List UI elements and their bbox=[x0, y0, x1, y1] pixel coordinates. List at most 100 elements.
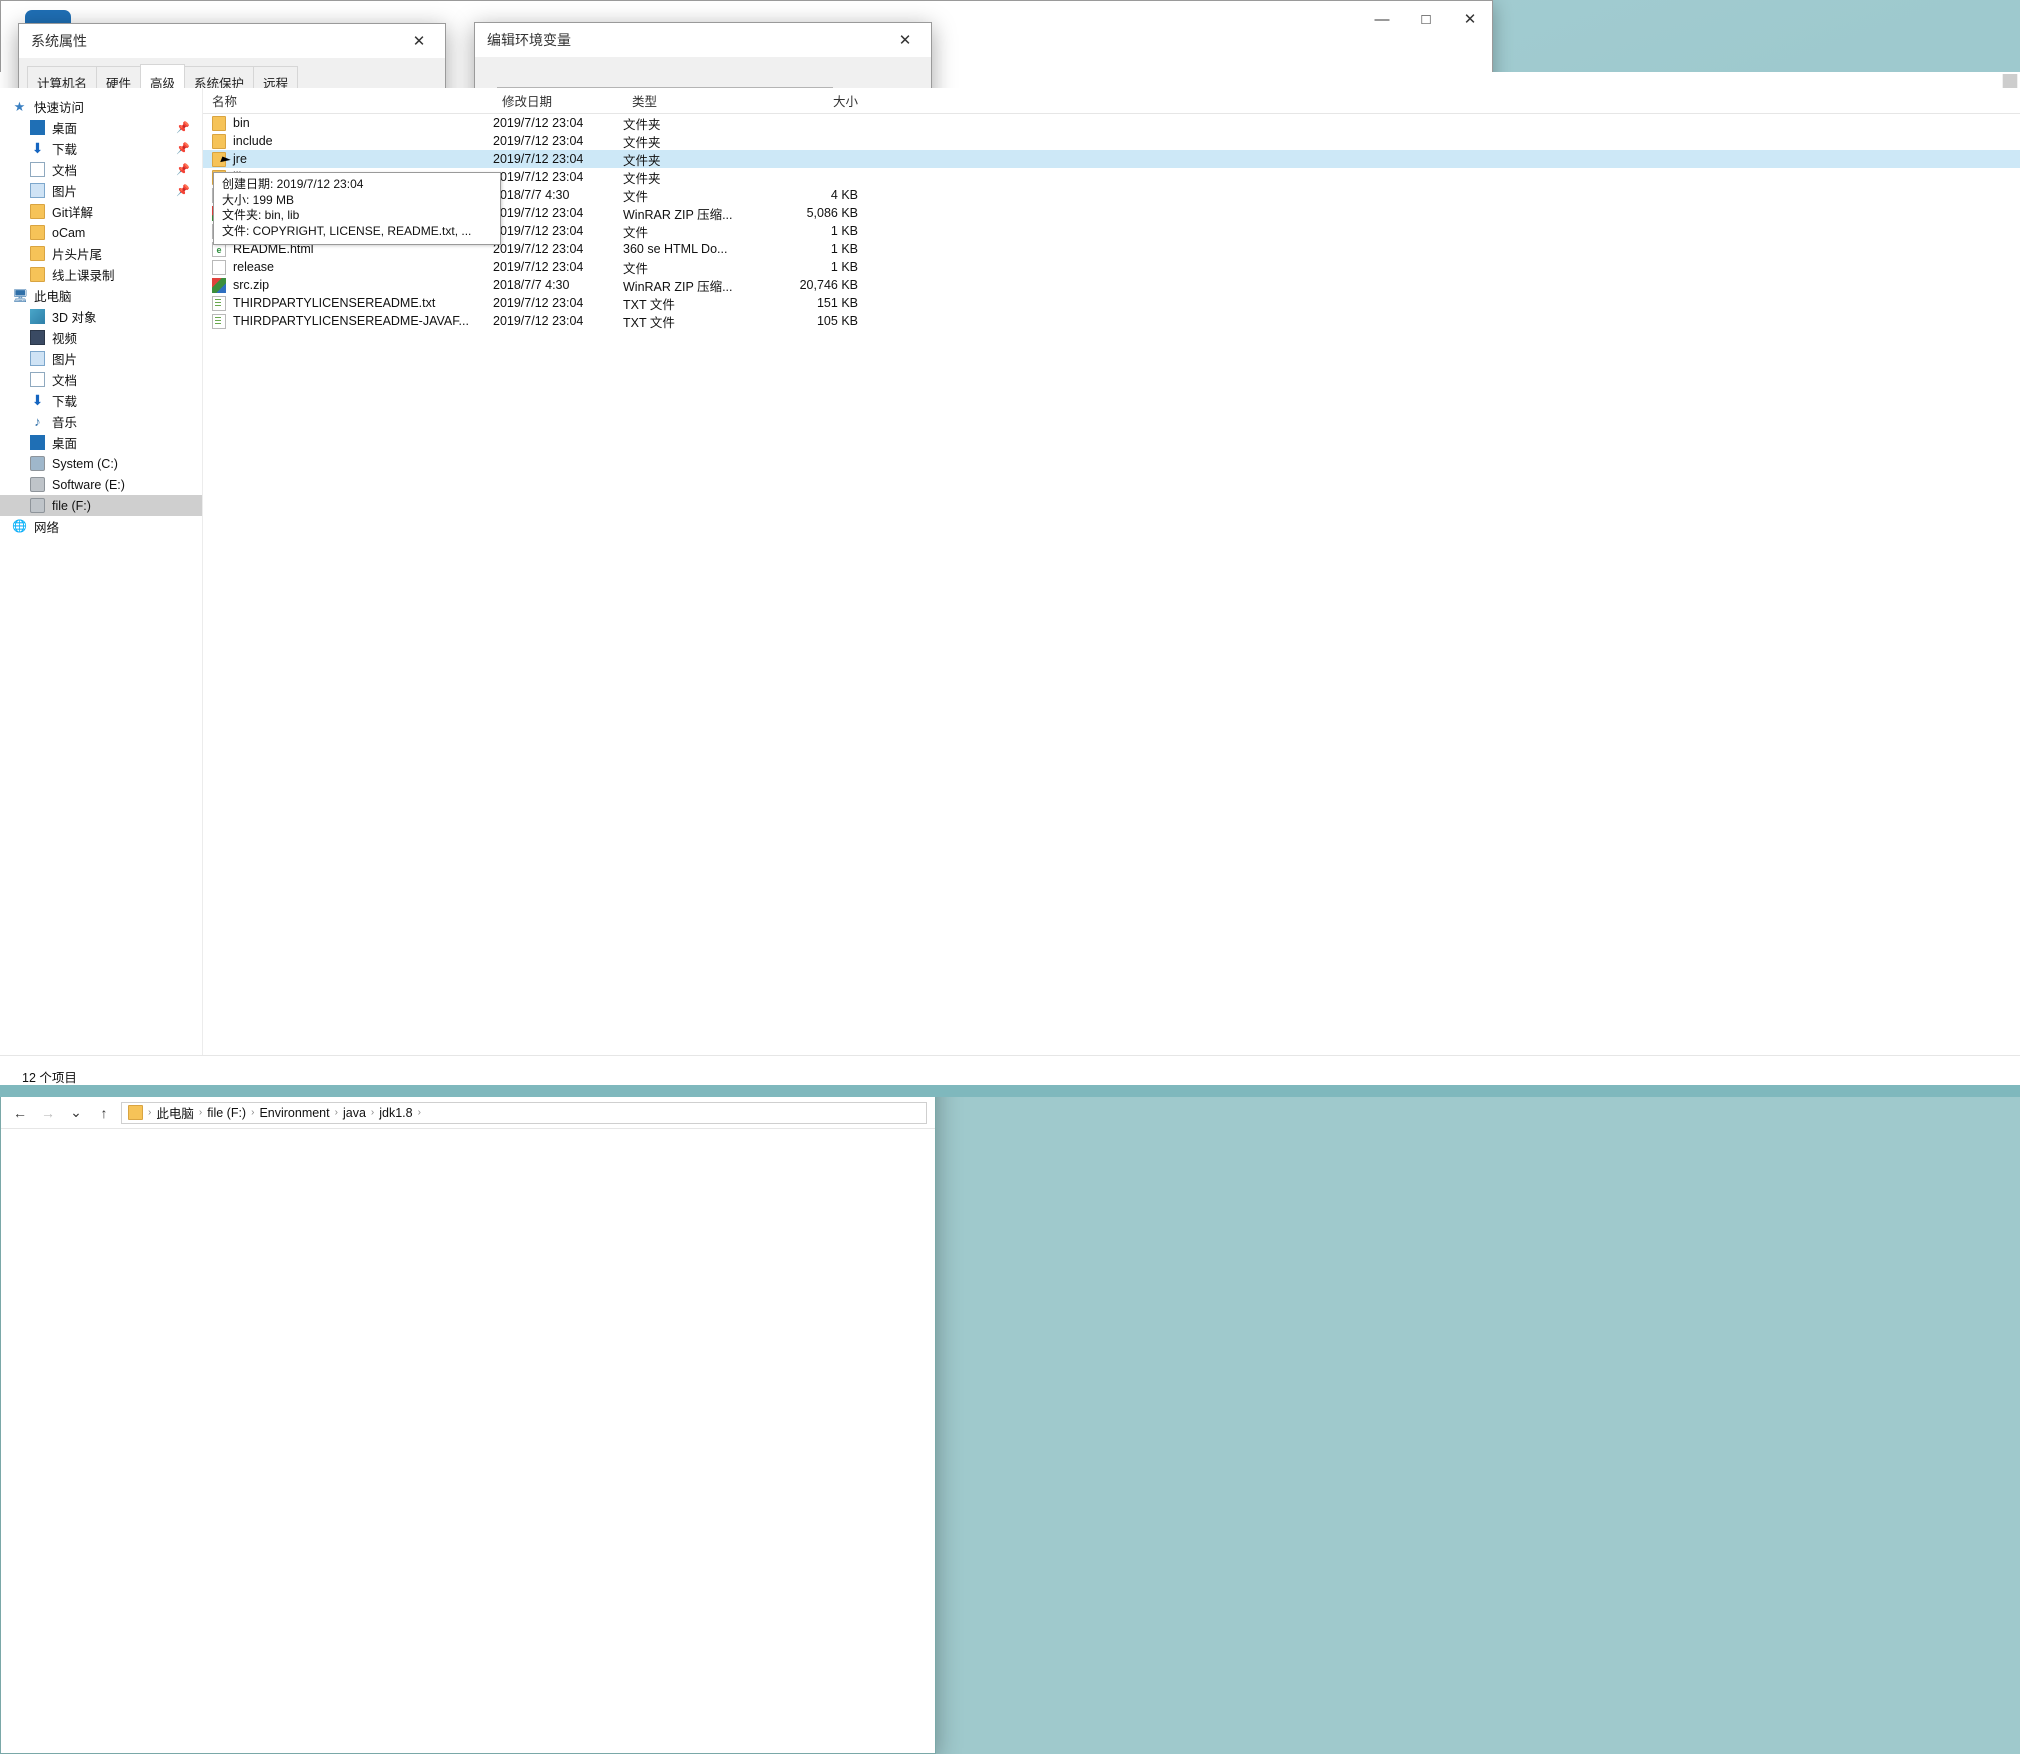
file-name: jre bbox=[233, 152, 247, 166]
sidebar-item-图片[interactable]: 图片 bbox=[0, 348, 202, 369]
drive-system-icon bbox=[30, 456, 45, 471]
breadcrumb-item[interactable]: 此电脑 bbox=[156, 1103, 194, 1122]
explorer-sidebar[interactable]: ★ 快速访问 桌面 📌 ⬇ 下载 📌 文档 📌 图片 📌 Git详解 oCam 片头片尾 线上课录制 🖥 此电脑… bbox=[0, 88, 203, 1055]
sidebar-item-oCam[interactable]: oCam bbox=[0, 222, 202, 243]
folder-icon bbox=[30, 204, 45, 219]
pin-icon[interactable]: 📌 bbox=[176, 142, 190, 155]
file-row[interactable]: bin 2019/7/12 23:04 文件夹 bbox=[203, 114, 2020, 132]
file-date: 2019/7/12 23:04 bbox=[493, 116, 584, 130]
folder-icon bbox=[30, 225, 45, 240]
file-size: 4 KB bbox=[830, 188, 858, 202]
col-date[interactable]: 修改日期 bbox=[493, 91, 623, 110]
file-row[interactable]: include 2019/7/12 23:04 文件夹 bbox=[203, 132, 2020, 150]
forward-icon[interactable]: → bbox=[37, 1102, 59, 1124]
file-name: bin bbox=[233, 116, 250, 130]
doc-maximize-button[interactable]: □ bbox=[1404, 3, 1448, 35]
sidebar-item-文档[interactable]: 文档 bbox=[0, 369, 202, 390]
sidebar-item-下载[interactable]: ⬇ 下载 📌 bbox=[0, 138, 202, 159]
doc-close-button[interactable]: ✕ bbox=[1448, 3, 1492, 35]
file-name: THIRDPARTYLICENSEREADME.txt bbox=[233, 296, 436, 310]
file-row[interactable]: THIRDPARTYLICENSEREADME.txt 2019/7/12 23:… bbox=[203, 294, 2020, 312]
download-icon: ⬇ bbox=[31, 392, 44, 408]
file-row[interactable]: release 2019/7/12 23:04 文件 1 KB bbox=[203, 258, 2020, 276]
sidebar-item-网络[interactable]: 🌐 网络 bbox=[0, 516, 202, 537]
sidebar-item-片头片尾[interactable]: 片头片尾 bbox=[0, 243, 202, 264]
back-icon[interactable]: ← bbox=[9, 1102, 31, 1124]
sidebar-item-label: 桌面 bbox=[52, 437, 78, 451]
pictures-icon bbox=[30, 351, 45, 366]
sidebar-item-快速访问[interactable]: ★ 快速访问 bbox=[0, 96, 202, 117]
sidebar-item-label: System (C:) bbox=[52, 456, 118, 471]
taskbar-strip bbox=[0, 1085, 2020, 1097]
file-row[interactable]: src.zip 2018/7/7 4:30 WinRAR ZIP 压缩... 20,7… bbox=[203, 276, 2020, 294]
edit-env-title: 编辑环境变量 bbox=[487, 32, 571, 48]
up-icon[interactable]: ↑ bbox=[93, 1102, 115, 1124]
sidebar-item-下载[interactable]: ⬇ 下载 bbox=[0, 390, 202, 411]
file-date: 2018/7/7 4:30 bbox=[493, 278, 570, 292]
file-list-column-headers[interactable]: 名称 修改日期 类型 大小 bbox=[203, 88, 2020, 114]
sidebar-item-label: 音乐 bbox=[52, 416, 78, 430]
sidebar-item-线上课录制[interactable]: 线上课录制 bbox=[0, 264, 202, 285]
drive-icon bbox=[30, 477, 45, 492]
breadcrumb[interactable]: › 此电脑 › file (F:) › Environment › java › jdk1.8 › bbox=[121, 1101, 927, 1124]
sidebar-item-音乐[interactable]: ♪ 音乐 bbox=[0, 411, 202, 432]
file-type: 文件夹 bbox=[623, 117, 661, 132]
file-row[interactable]: THIRDPARTYLICENSEREADME-JAVAF... 2019/7/1… bbox=[203, 312, 2020, 330]
recent-locations-icon[interactable]: ⌄ bbox=[65, 1102, 87, 1124]
explorer-file-list[interactable]: 名称 修改日期 类型 大小 bin 2019/7/12 23:04 文件夹 inclu… bbox=[203, 88, 2020, 1055]
txt-icon bbox=[212, 313, 226, 329]
explorer-navigation-bar[interactable]: ← → ⌄ ↑ › 此电脑 › file (F:) › Environment › java ›… bbox=[1, 1097, 935, 1129]
sidebar-item-label: 文档 bbox=[52, 374, 78, 388]
file-date: 2019/7/12 23:04 bbox=[493, 206, 584, 220]
system-properties-close-button[interactable]: ✕ bbox=[397, 25, 441, 57]
tooltip-line: 创建日期: 2019/7/12 23:04 bbox=[222, 177, 364, 191]
file-date: 2019/7/12 23:04 bbox=[493, 296, 584, 310]
star-icon: ★ bbox=[13, 99, 26, 114]
folder-tooltip: 创建日期: 2019/7/12 23:04 大小: 199 MB 文件夹: bin,… bbox=[213, 172, 501, 245]
system-properties-title: 系统属性 bbox=[31, 33, 87, 49]
pin-icon[interactable]: 📌 bbox=[176, 184, 190, 197]
breadcrumb-separator-icon: › bbox=[251, 1107, 255, 1118]
col-size[interactable]: 大小 bbox=[773, 91, 868, 110]
video-icon bbox=[30, 330, 45, 345]
file-name: THIRDPARTYLICENSEREADME-JAVAF... bbox=[233, 314, 469, 328]
file-explorer-window[interactable]: | ✓ ▾ | jdk1.8 文件主页共享查看 ← → ⌄ ↑ ›此电脑›fil… bbox=[0, 88, 2020, 1754]
tooltip-line: 文件: COPYRIGHT, LICENSE, README.txt, ... bbox=[222, 223, 472, 238]
sidebar-item-label: oCam bbox=[52, 225, 86, 240]
documents-icon bbox=[30, 162, 45, 177]
sidebar-item-桌面[interactable]: 桌面 📌 bbox=[0, 117, 202, 138]
tooltip-line: 文件夹: bin, lib bbox=[222, 208, 300, 222]
breadcrumb-separator-icon: › bbox=[198, 1107, 203, 1118]
folder-icon bbox=[212, 115, 226, 131]
edit-env-titlebar[interactable]: 编辑环境变量 ✕ bbox=[475, 23, 931, 57]
sidebar-item-此电脑[interactable]: 🖥 此电脑 bbox=[0, 285, 202, 306]
file-type: 文件 bbox=[623, 189, 649, 204]
pin-icon[interactable]: 📌 bbox=[176, 121, 190, 134]
sidebar-item-文档[interactable]: 文档 📌 bbox=[0, 159, 202, 180]
desktop-icon bbox=[30, 120, 45, 135]
breadcrumb-separator-icon: › bbox=[370, 1107, 375, 1118]
breadcrumb-item[interactable]: file (F:) bbox=[207, 1106, 246, 1120]
sidebar-item-Git详解[interactable]: Git详解 bbox=[0, 201, 202, 222]
breadcrumb-item[interactable]: java bbox=[343, 1106, 366, 1120]
sidebar-item-label: 网络 bbox=[34, 521, 60, 535]
sidebar-item-file (F:)[interactable]: file (F:) bbox=[0, 495, 202, 516]
col-type[interactable]: 类型 bbox=[623, 91, 773, 110]
sidebar-item-3D 对象[interactable]: 3D 对象 bbox=[0, 306, 202, 327]
file-row[interactable]: jre 2019/7/12 23:04 文件夹 bbox=[203, 150, 2020, 168]
folder-icon bbox=[30, 267, 45, 282]
doc-minimize-button[interactable]: — bbox=[1360, 3, 1404, 35]
sidebar-item-桌面[interactable]: 桌面 bbox=[0, 432, 202, 453]
col-name[interactable]: 名称 bbox=[203, 91, 493, 110]
breadcrumb-item[interactable]: Environment bbox=[259, 1106, 329, 1120]
sidebar-item-视频[interactable]: 视频 bbox=[0, 327, 202, 348]
sidebar-item-Software (E:)[interactable]: Software (E:) bbox=[0, 474, 202, 495]
pin-icon[interactable]: 📌 bbox=[176, 163, 190, 176]
system-properties-titlebar[interactable]: 系统属性 ✕ bbox=[19, 24, 445, 58]
zip-icon bbox=[212, 277, 226, 293]
edit-env-close-button[interactable]: ✕ bbox=[883, 24, 927, 56]
breadcrumb-item[interactable]: jdk1.8 bbox=[379, 1106, 412, 1120]
file-type: 文件夹 bbox=[623, 153, 661, 168]
sidebar-item-System (C:)[interactable]: System (C:) bbox=[0, 453, 202, 474]
sidebar-item-图片[interactable]: 图片 📌 bbox=[0, 180, 202, 201]
